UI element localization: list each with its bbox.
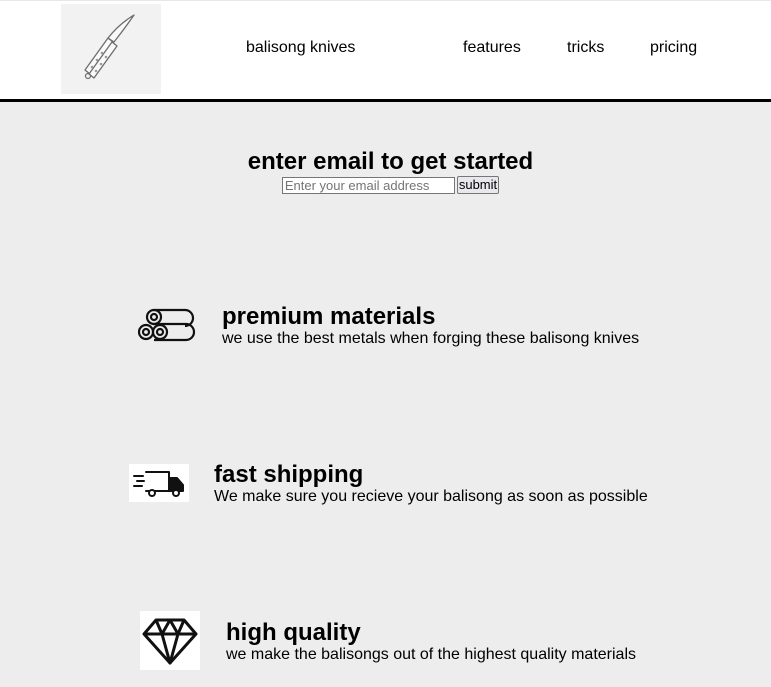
feature-description: We make sure you recieve your balisong a… [214, 488, 648, 505]
nav-tricks[interactable]: tricks [567, 39, 604, 57]
feature-description: we use the best metals when forging thes… [222, 330, 640, 347]
header: balisong knives features tricks pricing [0, 0, 771, 102]
feature-title: premium materials [222, 303, 436, 330]
email-input[interactable] [281, 176, 455, 194]
brand-name: balisong knives [246, 39, 356, 56]
metal-pipes-icon [137, 308, 196, 342]
signup-heading: enter email to get started [247, 148, 534, 175]
nav-pricing[interactable]: pricing [650, 39, 697, 57]
feature-description: we make the balisongs out of the highest… [226, 646, 637, 663]
balisong-logo [61, 4, 161, 94]
signup-section: enter email to get started submit [0, 148, 771, 196]
submit-button[interactable]: submit [456, 176, 500, 194]
nav-features[interactable]: features [463, 39, 521, 57]
feature-title: fast shipping [214, 461, 364, 488]
diamond-icon [140, 611, 200, 670]
signup-form: submit [0, 176, 771, 196]
feature-title: high quality [226, 619, 361, 646]
delivery-truck-icon [129, 464, 189, 502]
